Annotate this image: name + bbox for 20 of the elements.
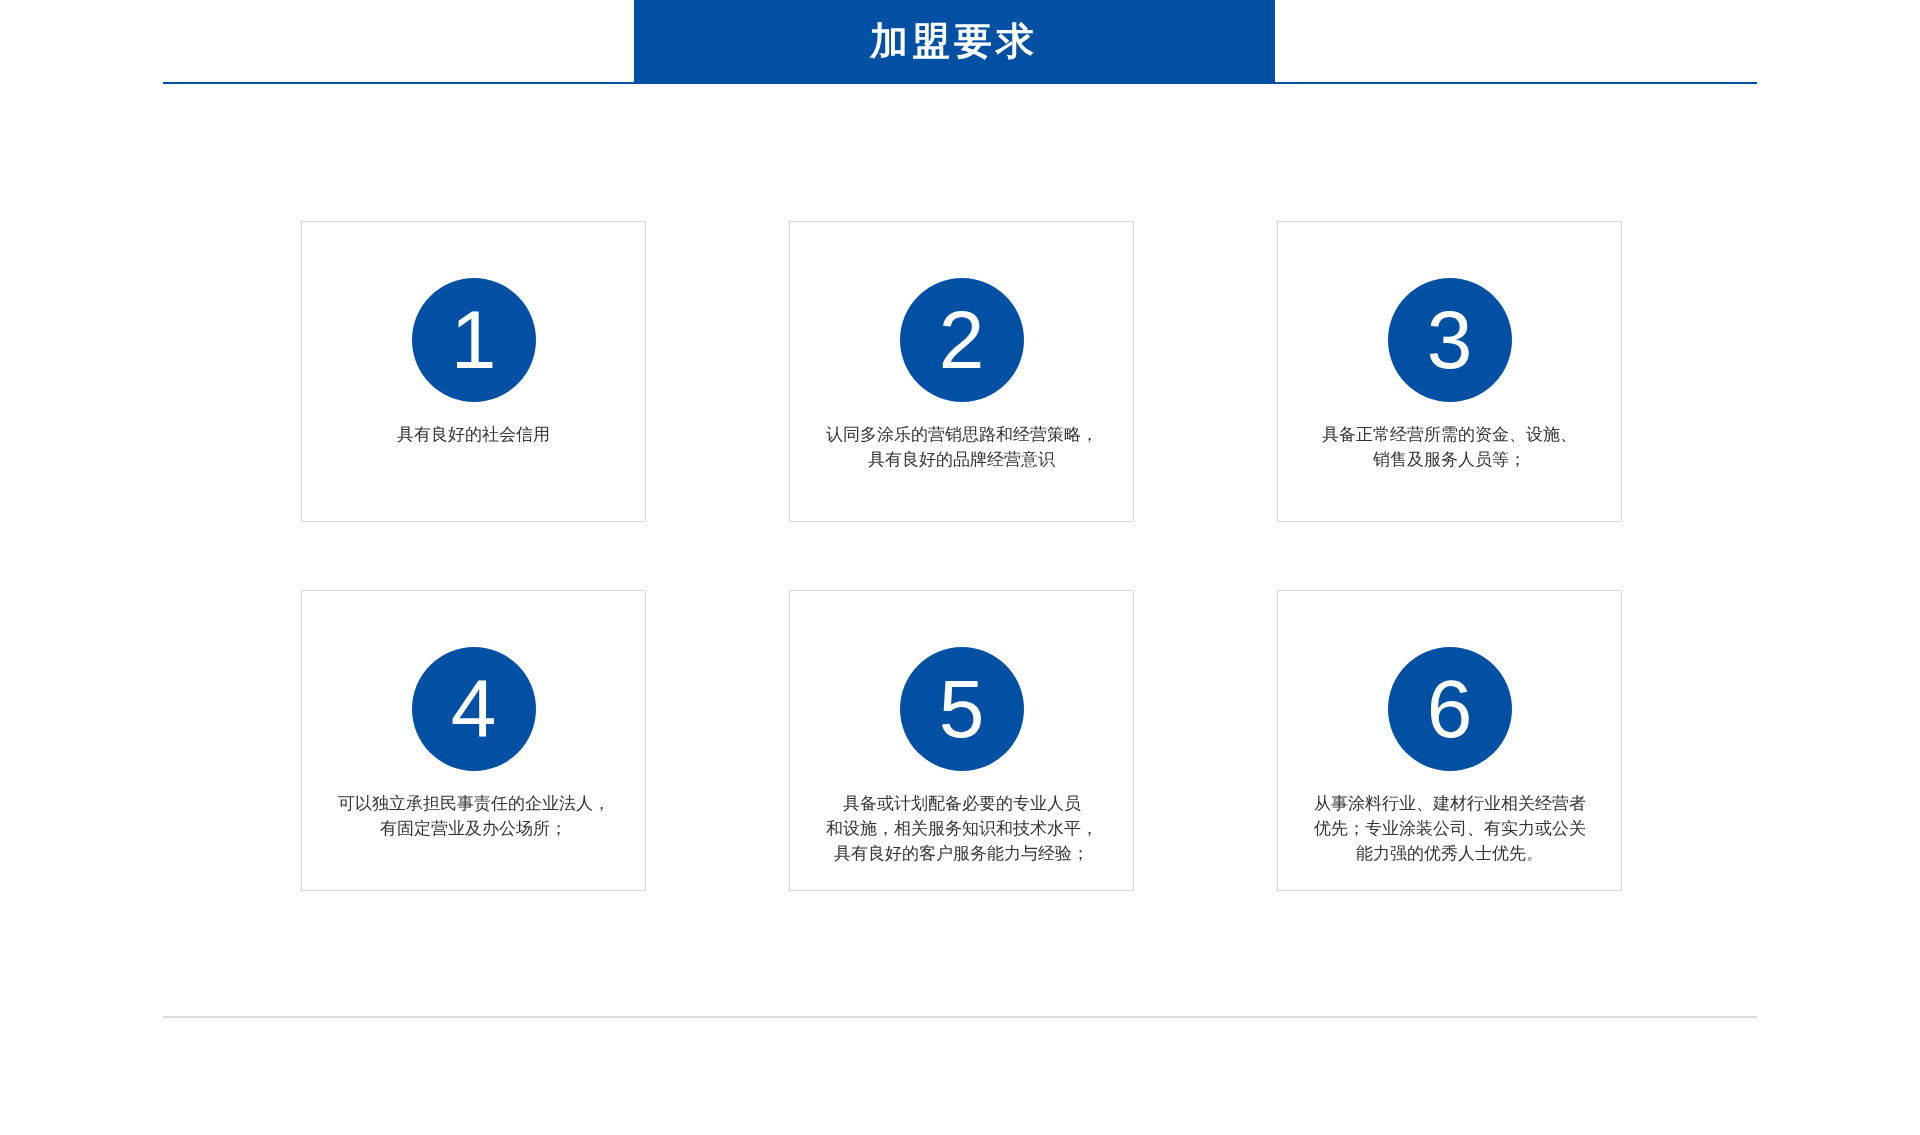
requirement-text: 认同多涂乐的营销思路和经营策略， <box>825 423 1098 446</box>
requirement-text: 优先；专业涂装公司、有实力或公关 <box>1313 817 1586 840</box>
requirement-text: 能力强的优秀人士优先。 <box>1356 842 1543 865</box>
requirement-text: 可以独立承担民事责任的企业法人， <box>337 792 610 815</box>
section-title: 加盟要求 <box>633 0 1275 82</box>
number-badge: 2 <box>899 278 1024 402</box>
number-badge: 4 <box>411 647 536 771</box>
requirement-text: 具备正常经营所需的资金、设施、 <box>1322 423 1577 446</box>
requirement-text: 具有良好的客户服务能力与经验； <box>834 842 1089 865</box>
requirement-text: 和设施，相关服务知识和技术水平， <box>825 817 1098 840</box>
requirement-text: 具有良好的社会信用 <box>397 423 550 446</box>
requirement-text: 销售及服务人员等； <box>1373 448 1526 471</box>
requirement-text: 从事涂料行业、建材行业相关经营者 <box>1313 792 1586 815</box>
number-badge: 5 <box>899 647 1024 771</box>
requirement-text: 有固定营业及办公场所； <box>380 817 567 840</box>
requirement-text: 具备或计划配备必要的专业人员 <box>842 792 1081 815</box>
number-badge: 6 <box>1387 647 1512 771</box>
number-badge: 1 <box>411 278 536 402</box>
number-badge: 3 <box>1387 278 1512 402</box>
requirement-text: 具有良好的品牌经营意识 <box>868 448 1055 471</box>
